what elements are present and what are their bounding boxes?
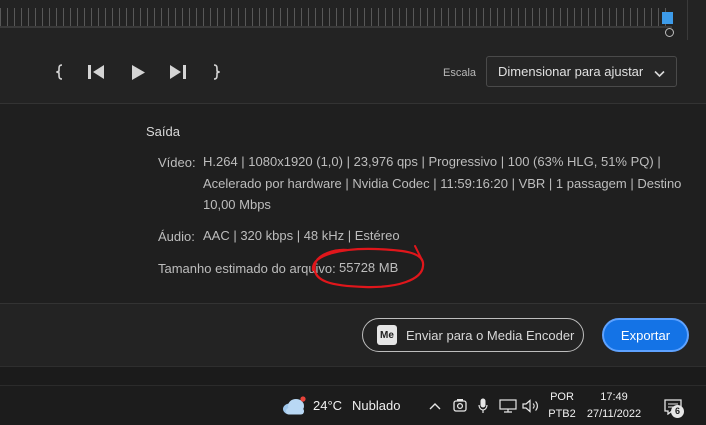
scale-dropdown[interactable]: Dimensionar para ajustar (486, 56, 677, 87)
transport-bar: Escala Dimensionar para ajustar (0, 40, 706, 104)
media-encoder-icon: Me (377, 325, 397, 345)
playhead-handle[interactable] (662, 12, 673, 24)
step-back-icon[interactable] (86, 62, 108, 82)
output-summary: Saída Vídeo: H.264 | 1080x1920 (1,0) | 2… (0, 105, 706, 303)
timeline-strip[interactable] (0, 0, 706, 40)
microphone-icon[interactable] (475, 396, 491, 416)
send-to-media-encoder-button[interactable]: Me Enviar para o Media Encoder (362, 318, 584, 352)
weather-description[interactable]: Nublado (352, 398, 400, 413)
video-label: Vídeo: (158, 155, 196, 170)
export-button[interactable]: Exportar (602, 318, 689, 352)
language-code[interactable]: POR (545, 389, 579, 405)
set-in-point-icon[interactable] (54, 62, 66, 82)
scale-dropdown-value: Dimensionar para ajustar (498, 64, 644, 79)
export-action-bar: Me Enviar para o Media Encoder Exportar (0, 303, 706, 366)
video-details-line3: 10,00 Mbps (203, 197, 271, 212)
clock-date[interactable]: 27/11/2022 (583, 406, 645, 422)
weather-temperature[interactable]: 24°C (313, 398, 342, 413)
notification-count-badge: 6 (671, 405, 684, 418)
weather-cloud-icon[interactable] (280, 394, 308, 418)
red-annotation-circle (311, 245, 425, 289)
timeline-track (0, 26, 672, 28)
network-icon[interactable] (498, 397, 518, 415)
chevron-down-icon (654, 66, 665, 81)
set-out-point-icon[interactable] (210, 62, 222, 82)
camera-icon[interactable] (451, 397, 469, 415)
panel-divider (687, 0, 688, 40)
play-icon[interactable] (128, 62, 148, 82)
step-forward-icon[interactable] (166, 62, 188, 82)
volume-icon[interactable] (521, 397, 541, 415)
output-section-title: Saída (146, 124, 180, 139)
clock-time[interactable]: 17:49 (583, 389, 645, 405)
timeline-ruler[interactable] (0, 8, 668, 26)
scale-label: Escala (443, 67, 477, 79)
out-point-knob[interactable] (665, 28, 674, 37)
keyboard-layout[interactable]: PTB2 (545, 406, 579, 422)
video-details-line2: Acelerado por hardware | Nvidia Codec | … (203, 176, 682, 191)
windows-taskbar: 24°C Nublado POR PTB2 17:49 27/11/2022 6 (0, 385, 706, 425)
audio-label: Áudio: (158, 229, 195, 244)
panel-gap (0, 366, 706, 385)
video-details-line1: H.264 | 1080x1920 (1,0) | 23,976 qps | P… (203, 154, 661, 169)
send-to-media-encoder-label: Enviar para o Media Encoder (406, 327, 575, 343)
chevron-up-icon[interactable] (427, 398, 443, 414)
